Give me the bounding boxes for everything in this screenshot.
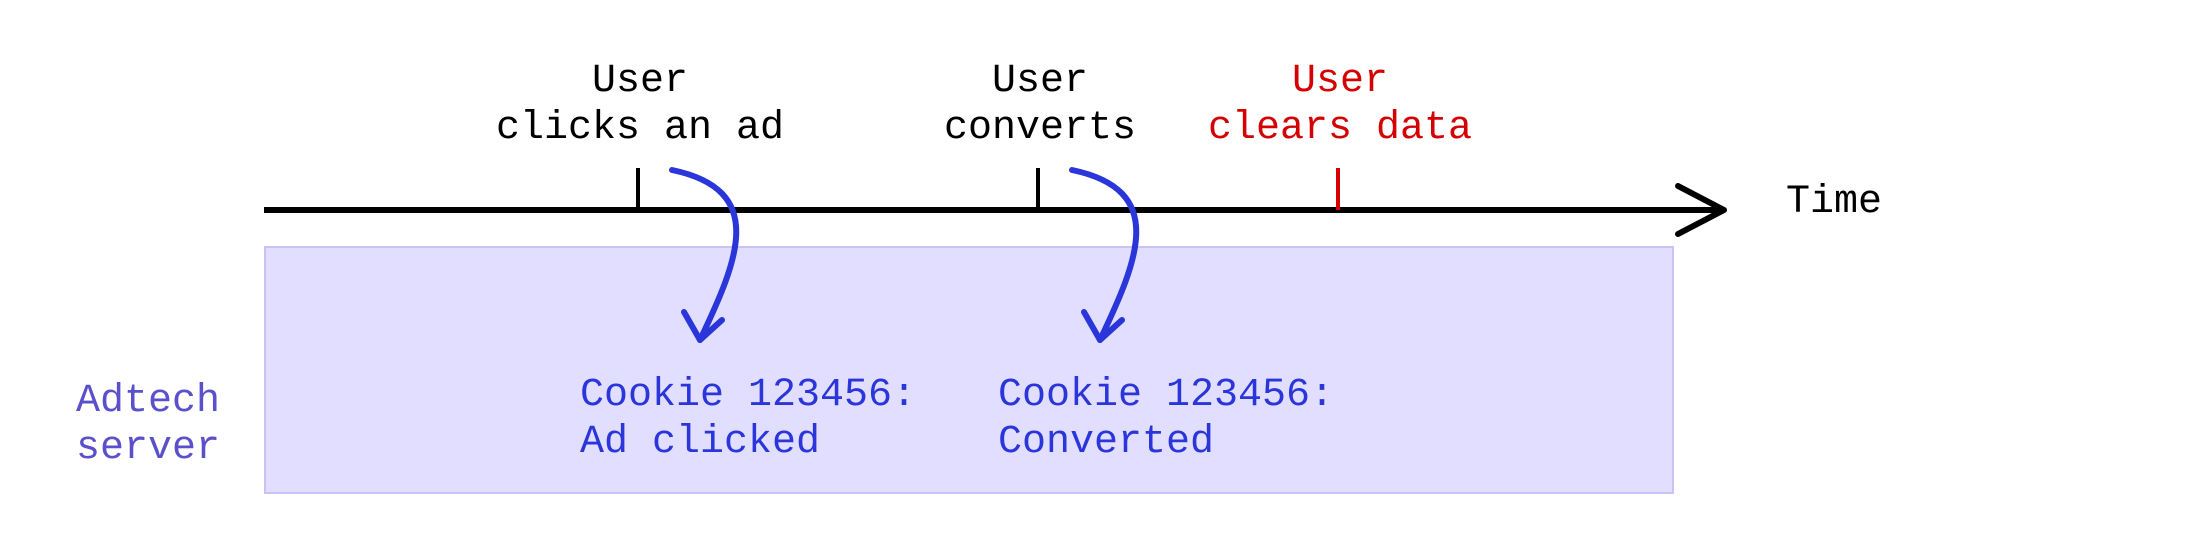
record-click-text: Cookie 123456: Ad clicked xyxy=(580,372,916,466)
adtech-server-label: Adtech server xyxy=(76,378,220,472)
diagram-root: Time User clicks an ad User converts Use… xyxy=(0,0,2188,534)
adtech-server-box xyxy=(264,246,1674,494)
axis-label: Time xyxy=(1786,180,1882,225)
event-click-label: User clicks an ad xyxy=(490,58,790,152)
record-convert-text: Cookie 123456: Converted xyxy=(998,372,1334,466)
event-clear-label: User clears data xyxy=(1200,58,1480,152)
event-convert-label: User converts xyxy=(940,58,1140,152)
